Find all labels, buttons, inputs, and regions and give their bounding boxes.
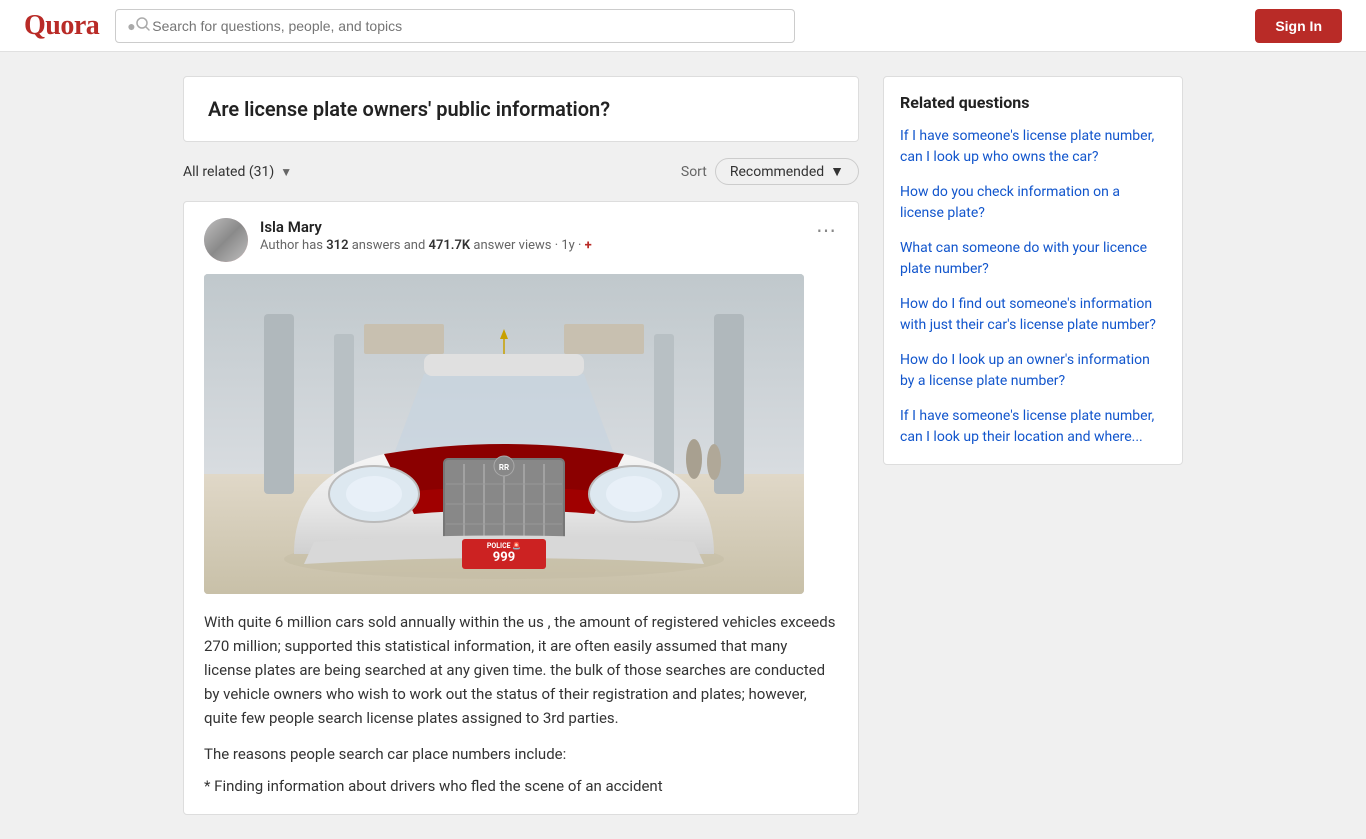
sort-label: Sort xyxy=(681,164,707,180)
author-row: Isla Mary Author has 312 answers and 471… xyxy=(204,218,838,262)
quora-logo[interactable]: Quora xyxy=(24,10,99,42)
answers-label: answers and xyxy=(352,238,429,253)
search-input[interactable] xyxy=(115,9,795,43)
svg-text:RR: RR xyxy=(499,463,509,472)
views-label: answer views · xyxy=(473,238,561,253)
related-link-1[interactable]: How do you check information on a licens… xyxy=(900,182,1166,224)
meta-prefix: Author has xyxy=(260,238,323,253)
car-scene: POLICE 🚨 999 RR xyxy=(204,274,804,594)
sort-value: Recommended xyxy=(730,164,824,180)
car-svg: POLICE 🚨 999 RR xyxy=(204,274,804,594)
content-area: Are license plate owners' public informa… xyxy=(183,76,859,815)
search-icon: ● xyxy=(127,17,149,35)
answer-paragraph-1: With quite 6 million cars sold annually … xyxy=(204,610,838,730)
answers-count: 312 xyxy=(326,238,348,253)
header: Quora ● Sign In xyxy=(0,0,1366,52)
svg-text:POLICE 🚨: POLICE 🚨 xyxy=(487,541,521,550)
sort-area: Sort Recommended ▼ xyxy=(681,158,859,185)
answer-paragraph-3: * Finding information about drivers who … xyxy=(204,774,838,798)
question-card: Are license plate owners' public informa… xyxy=(183,76,859,142)
main-layout: Are license plate owners' public informa… xyxy=(83,52,1283,839)
author-details: Isla Mary Author has 312 answers and 471… xyxy=(260,218,592,253)
sort-dropdown[interactable]: Recommended ▼ xyxy=(715,158,859,185)
sort-chevron-icon: ▼ xyxy=(830,163,844,180)
svg-text:999: 999 xyxy=(493,550,515,565)
sign-in-button[interactable]: Sign In xyxy=(1255,9,1342,43)
follow-icon[interactable]: + xyxy=(585,238,592,253)
answer-paragraph-2: The reasons people search car place numb… xyxy=(204,742,838,766)
chevron-down-icon: ▼ xyxy=(280,165,292,179)
answer-card: Isla Mary Author has 312 answers and 471… xyxy=(183,201,859,815)
author-name[interactable]: Isla Mary xyxy=(260,218,592,236)
author-info: Isla Mary Author has 312 answers and 471… xyxy=(204,218,592,262)
answers-bar: All related (31) ▼ Sort Recommended ▼ xyxy=(183,158,859,185)
more-options-button[interactable]: ⋯ xyxy=(816,218,838,242)
author-meta: Author has 312 answers and 471.7K answer… xyxy=(260,238,592,253)
avatar-image xyxy=(204,218,248,262)
sidebar: Related questions If I have someone's li… xyxy=(883,76,1183,815)
search-wrapper: ● xyxy=(115,9,795,43)
question-title: Are license plate owners' public informa… xyxy=(208,97,834,121)
views-count: 471.7K xyxy=(429,238,471,253)
related-link-2[interactable]: What can someone do with your licence pl… xyxy=(900,238,1166,280)
related-link-4[interactable]: How do I look up an owner's information … xyxy=(900,350,1166,392)
related-link-5[interactable]: If I have someone's license plate number… xyxy=(900,406,1166,448)
all-related-dropdown[interactable]: All related (31) ▼ xyxy=(183,164,292,180)
answer-image: POLICE 🚨 999 RR xyxy=(204,274,804,594)
related-link-0[interactable]: If I have someone's license plate number… xyxy=(900,126,1166,168)
avatar xyxy=(204,218,248,262)
related-questions-box: Related questions If I have someone's li… xyxy=(883,76,1183,465)
related-questions-title: Related questions xyxy=(900,93,1166,112)
all-related-label: All related (31) xyxy=(183,164,274,180)
time-label: 1y xyxy=(561,238,574,253)
related-link-3[interactable]: How do I find out someone's information … xyxy=(900,294,1166,336)
